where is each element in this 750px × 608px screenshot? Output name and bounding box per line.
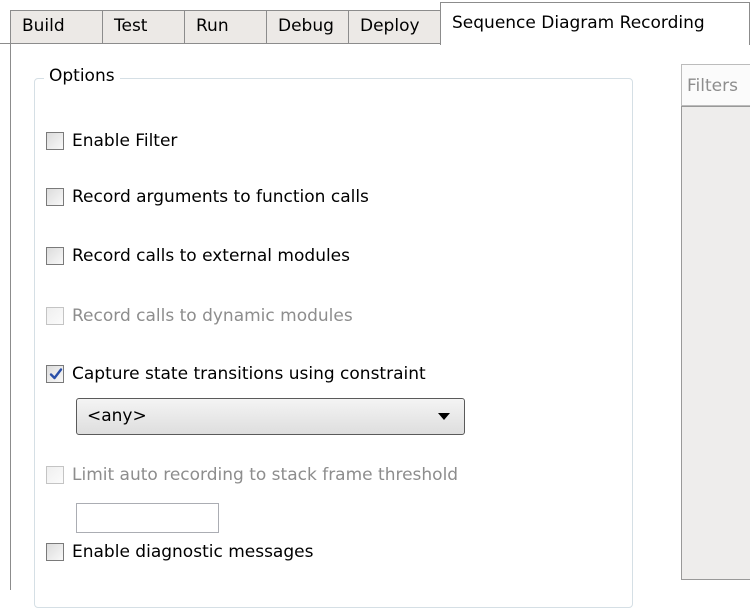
- checkbox-label: Capture state transitions using constrai…: [72, 364, 426, 384]
- tab-panel-border: [10, 43, 11, 590]
- tab-label: Build: [22, 16, 65, 36]
- checkbox-label: Record calls to external modules: [72, 246, 351, 266]
- checkbox-box[interactable]: [46, 365, 64, 383]
- checkbox-box: [46, 307, 64, 325]
- checkbox-label: Record calls to dynamic modules: [72, 306, 353, 326]
- tab-test[interactable]: Test: [102, 10, 185, 43]
- tab-build[interactable]: Build: [10, 10, 103, 43]
- filters-list[interactable]: [681, 106, 750, 580]
- options-group-label: Options: [44, 64, 120, 88]
- checkbox-box[interactable]: [46, 132, 64, 150]
- checkbox-box: [46, 466, 64, 484]
- record-external-modules-checkbox[interactable]: Record calls to external modules: [46, 243, 350, 269]
- checkbox-label: Enable Filter: [72, 131, 178, 151]
- stack-frame-threshold-input[interactable]: [76, 503, 219, 533]
- dropdown-arrow-icon: [438, 413, 450, 420]
- tab-label: Test: [114, 16, 148, 36]
- checkbox-label: Limit auto recording to stack frame thre…: [72, 465, 459, 485]
- tab-sequence-diagram-recording[interactable]: Sequence Diagram Recording: [440, 2, 750, 45]
- checkbox-label: Enable diagnostic messages: [72, 542, 314, 562]
- tab-label: Debug: [278, 16, 334, 36]
- limit-auto-recording-checkbox: Limit auto recording to stack frame thre…: [46, 462, 458, 488]
- constraint-select[interactable]: <any>: [76, 398, 465, 435]
- record-dynamic-modules-checkbox: Record calls to dynamic modules: [46, 303, 353, 329]
- tab-run[interactable]: Run: [184, 10, 267, 43]
- record-arguments-checkbox[interactable]: Record arguments to function calls: [46, 184, 369, 210]
- checkbox-box[interactable]: [46, 543, 64, 561]
- tab-debug[interactable]: Debug: [266, 10, 349, 43]
- tab-label: Run: [196, 16, 229, 36]
- constraint-select-value: <any>: [87, 406, 147, 426]
- capture-state-transitions-checkbox[interactable]: Capture state transitions using constrai…: [46, 361, 426, 387]
- checkbox-box[interactable]: [46, 247, 64, 265]
- tab-deploy[interactable]: Deploy: [348, 10, 441, 43]
- filters-header: Filters: [681, 64, 750, 106]
- checkmark-icon: [49, 368, 63, 380]
- checkbox-label: Record arguments to function calls: [72, 187, 369, 207]
- tab-label: Sequence Diagram Recording: [452, 13, 705, 33]
- tab-label: Deploy: [360, 16, 420, 36]
- enable-filter-checkbox[interactable]: Enable Filter: [46, 128, 177, 154]
- enable-diagnostic-messages-checkbox[interactable]: Enable diagnostic messages: [46, 539, 313, 565]
- tab-strip: Build Test Run Debug Deploy Sequence Dia…: [0, 0, 750, 45]
- checkbox-box[interactable]: [46, 188, 64, 206]
